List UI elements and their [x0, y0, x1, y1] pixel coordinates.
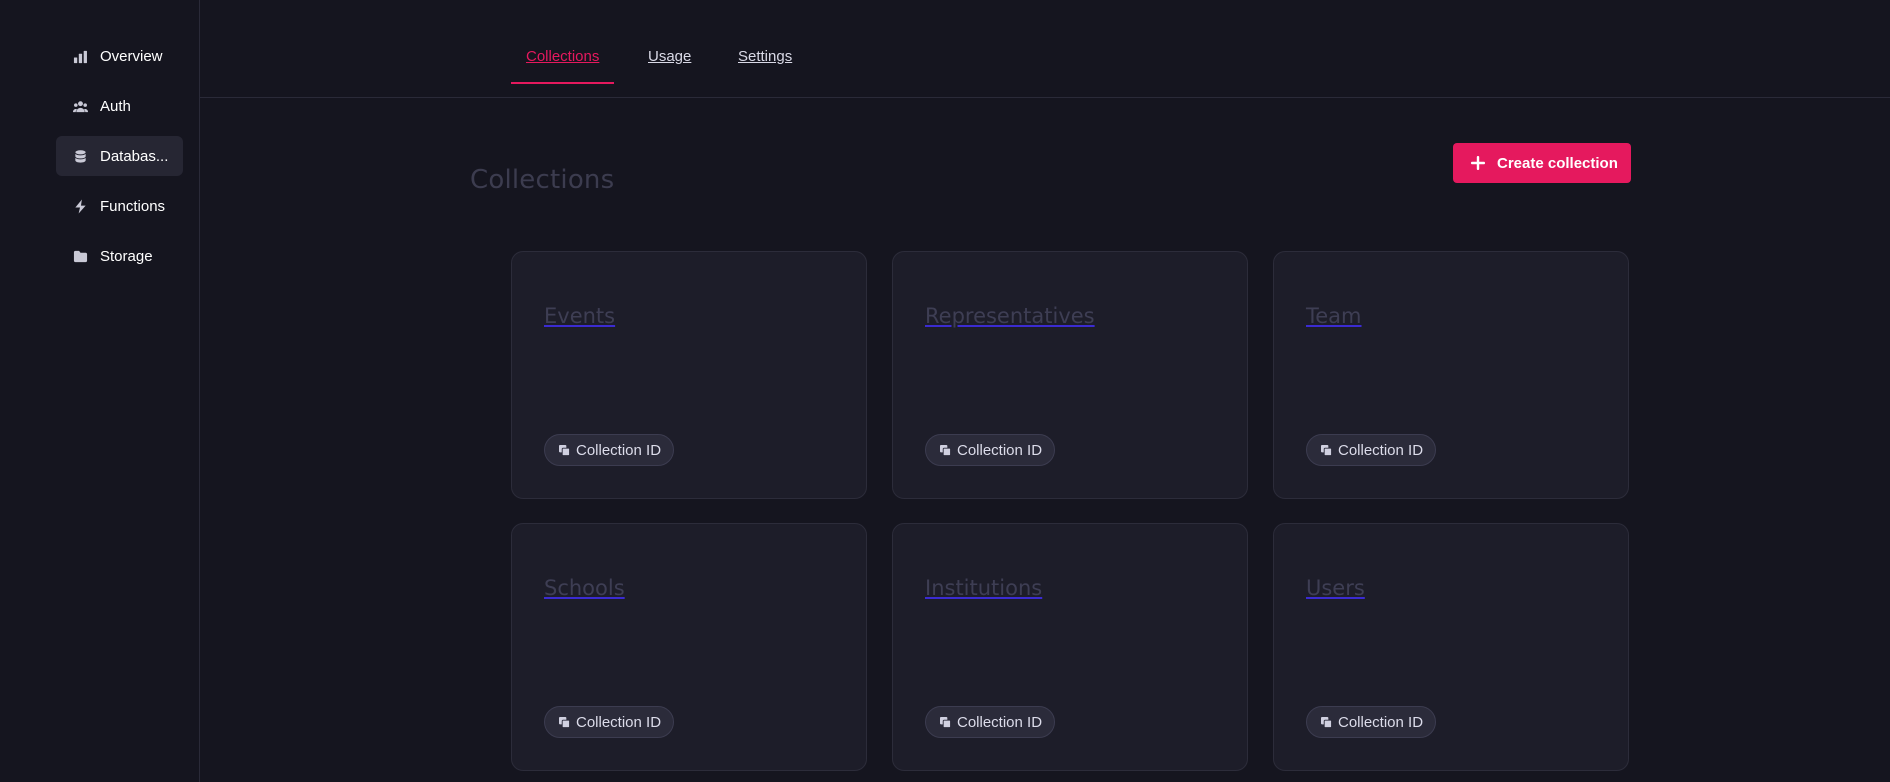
copy-icon: [559, 716, 570, 728]
sidebar-item-label: Storage: [100, 247, 153, 265]
sidebar-item-auth[interactable]: Auth: [56, 86, 183, 126]
sidebar-item-label: Auth: [100, 97, 131, 115]
collection-id-label: Collection ID: [1338, 713, 1424, 731]
collection-id-button[interactable]: Collection ID: [1306, 706, 1437, 738]
copy-icon: [940, 716, 951, 728]
collection-card[interactable]: Events Collection ID: [511, 251, 867, 499]
collection-id-label: Collection ID: [957, 441, 1043, 459]
copy-icon: [1321, 716, 1332, 728]
sidebar-item-label: Overview: [100, 47, 163, 65]
collection-name[interactable]: Representatives: [925, 304, 1095, 328]
collection-id-label: Collection ID: [576, 713, 662, 731]
sidebar: Overview Auth Databas... Functions Stora…: [0, 0, 200, 782]
bar-chart-icon: [72, 48, 88, 64]
collection-card[interactable]: Schools Collection ID: [511, 523, 867, 771]
tab-collections[interactable]: Collections: [511, 40, 615, 84]
collection-name[interactable]: Institutions: [925, 576, 1042, 600]
sidebar-item-label: Databas...: [100, 147, 169, 165]
collection-id-button[interactable]: Collection ID: [925, 434, 1056, 466]
collection-name[interactable]: Users: [1306, 576, 1365, 600]
database-icon: [72, 148, 88, 164]
folder-icon: [72, 248, 88, 264]
sidebar-item-functions[interactable]: Functions: [56, 186, 183, 226]
collection-id-button[interactable]: Collection ID: [544, 434, 675, 466]
sidebar-item-label: Functions: [100, 197, 166, 215]
collection-card[interactable]: Institutions Collection ID: [892, 523, 1248, 771]
collection-name[interactable]: Schools: [544, 576, 625, 600]
create-collection-label: Create collection: [1497, 154, 1618, 172]
sidebar-item-databases[interactable]: Databas...: [56, 136, 183, 176]
collection-name[interactable]: Events: [544, 304, 615, 328]
lightning-icon: [72, 198, 88, 214]
collection-id-label: Collection ID: [957, 713, 1043, 731]
users-icon: [72, 98, 88, 114]
sidebar-item-storage[interactable]: Storage: [56, 236, 183, 276]
collection-id-button[interactable]: Collection ID: [544, 706, 675, 738]
sidebar-item-overview[interactable]: Overview: [56, 36, 183, 76]
copy-icon: [1321, 444, 1332, 456]
collection-name[interactable]: Team: [1306, 304, 1362, 328]
tab-settings[interactable]: Settings: [723, 40, 807, 84]
collection-id-button[interactable]: Collection ID: [925, 706, 1056, 738]
collection-card[interactable]: Users Collection ID: [1273, 523, 1629, 771]
tab-bar: Collections Usage Settings: [200, 0, 1890, 98]
tab-usage[interactable]: Usage: [633, 40, 706, 84]
copy-icon: [559, 444, 570, 456]
copy-icon: [940, 444, 951, 456]
collection-card[interactable]: Representatives Collection ID: [892, 251, 1248, 499]
collection-id-button[interactable]: Collection ID: [1306, 434, 1437, 466]
plus-icon: [1471, 156, 1485, 170]
create-collection-button[interactable]: Create collection: [1453, 143, 1631, 183]
collection-id-label: Collection ID: [576, 441, 662, 459]
page-title: Collections: [470, 165, 615, 195]
collection-id-label: Collection ID: [1338, 441, 1424, 459]
collection-card[interactable]: Team Collection ID: [1273, 251, 1629, 499]
